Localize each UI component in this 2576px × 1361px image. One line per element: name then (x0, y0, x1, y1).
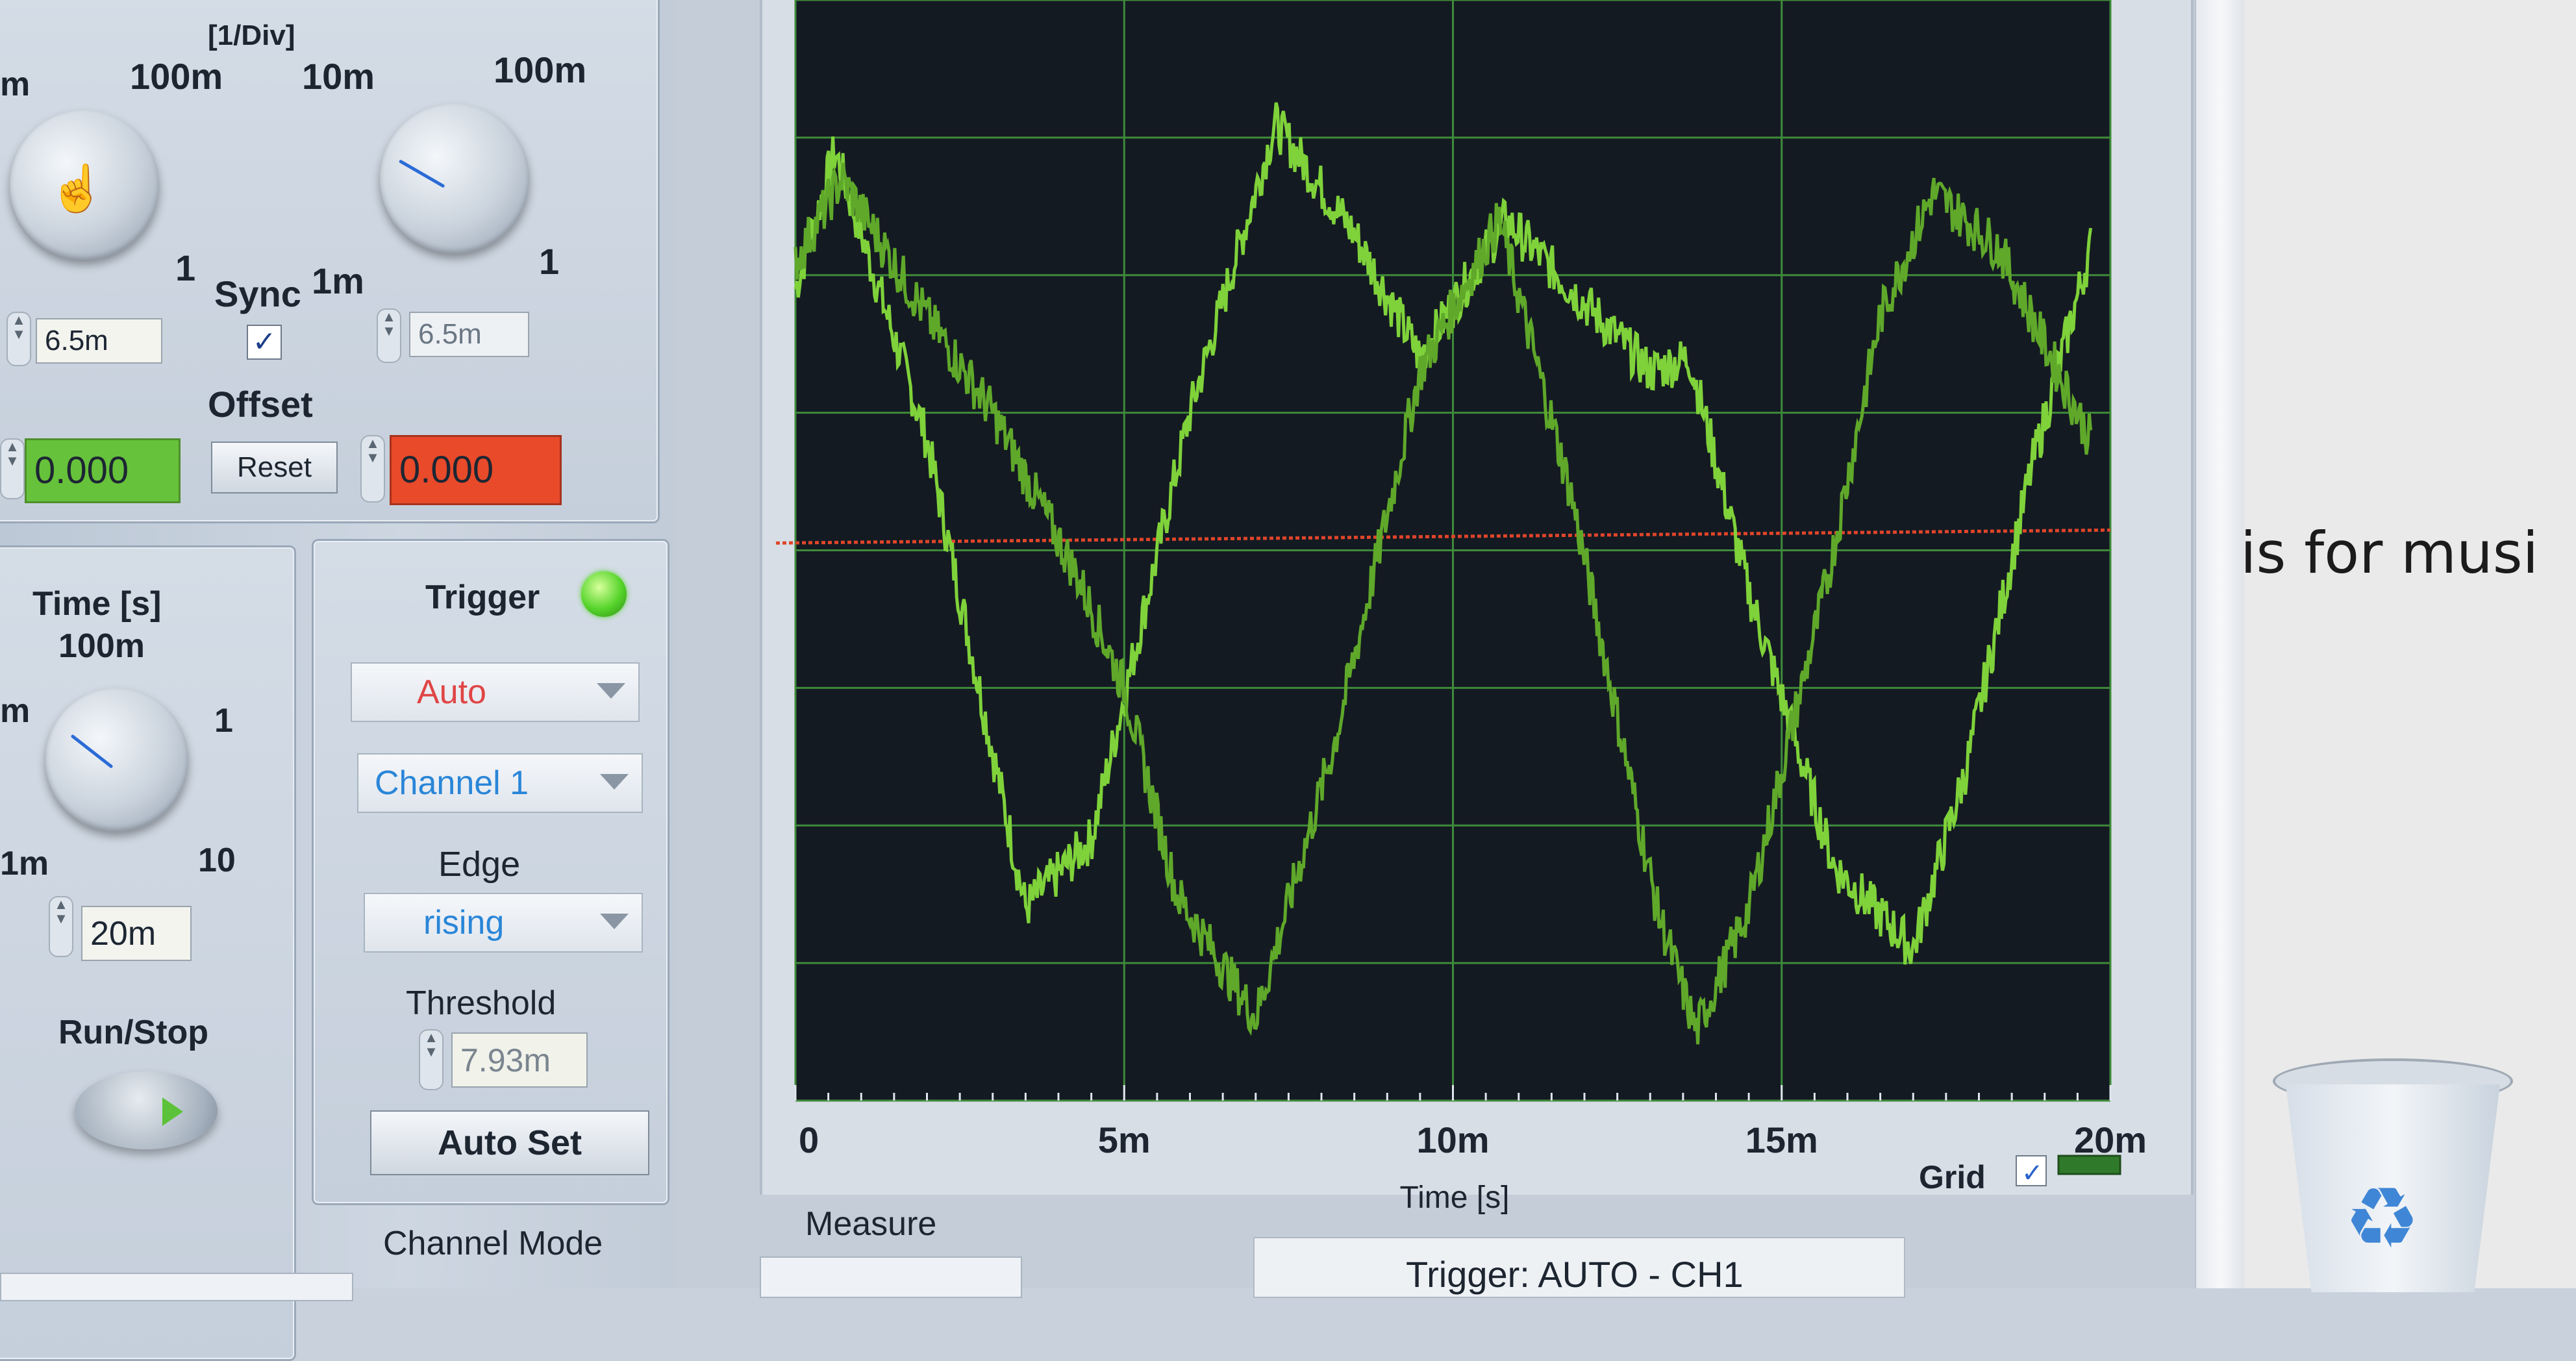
time-spinner[interactable]: ▲ ▼ (49, 896, 73, 957)
time-knob-needle (70, 734, 114, 769)
amplitude-header: [1/Div] (208, 19, 295, 51)
chevron-down-icon (600, 774, 629, 790)
time-title: Time [s] (32, 585, 162, 623)
trigger-title: Trigger (425, 579, 540, 616)
chevron-down-icon (597, 683, 625, 699)
x-axis-label: Time [s] (1400, 1180, 1510, 1214)
amplitude-knob-ch1[interactable]: ☝ (10, 110, 159, 260)
grid-label: Grid (1919, 1159, 1986, 1195)
channel-mode-dropdown[interactable] (0, 1273, 353, 1301)
time-bottom-right-label: 10 (198, 842, 236, 879)
threshold-value[interactable]: 7.93m (451, 1032, 588, 1088)
offset-reset-button[interactable]: Reset (211, 442, 338, 493)
trigger-led (581, 571, 627, 617)
hand-cursor-icon: ☝ (49, 163, 106, 214)
offset-ch2-value[interactable]: 0.000 (390, 435, 562, 505)
oscilloscope-graph: 0 5m 10m 15m 20m Time [s] Grid ✓ (775, 0, 2147, 1214)
grid-color-swatch[interactable] (2057, 1155, 2121, 1175)
amp1-left-label: m (0, 66, 31, 103)
sync-checkbox[interactable]: ✓ (247, 325, 282, 360)
offset-ch1-spinner[interactable]: ▲ ▼ (0, 438, 25, 499)
edge-label: Edge (438, 845, 521, 884)
document-text: is for musi (2240, 519, 2539, 586)
channel-mode-label: Channel Mode (383, 1225, 603, 1262)
time-knob[interactable] (45, 688, 188, 831)
chevron-down-icon (600, 914, 629, 929)
x-tick-label: 5m (1098, 1119, 1151, 1160)
window-scrollbar[interactable] (2195, 0, 2245, 1288)
amp2-value[interactable]: 6.5m (409, 312, 529, 357)
time-value[interactable]: 20m (81, 906, 192, 961)
offset-ch2-spinner[interactable]: ▲ ▼ (360, 435, 385, 503)
threshold-spinner[interactable]: ▲ ▼ (419, 1029, 444, 1090)
amp1-right-label: 1 (175, 247, 196, 288)
amp2-top-left-label: 10m (302, 56, 375, 97)
auto-set-button[interactable]: Auto Set (370, 1110, 649, 1175)
sync-label: Sync (214, 273, 301, 314)
recycle-bin-icon[interactable]: ♻ (2273, 1058, 2513, 1292)
grid-check-icon: ✓ (2021, 1158, 2044, 1188)
amp2-right-label: 1 (539, 241, 560, 282)
threshold-label: Threshold (406, 984, 556, 1022)
time-right-label: 1 (214, 702, 233, 740)
trigger-source-dropdown[interactable]: Channel 1 (357, 753, 643, 813)
x-tick-label: 10m (1416, 1119, 1489, 1160)
measure-dropdown[interactable] (760, 1256, 1022, 1298)
amplitude-knob-ch2[interactable] (380, 104, 529, 253)
x-tick-label: 20m (2074, 1119, 2147, 1160)
measure-label: Measure (805, 1205, 937, 1243)
trigger-edge-value: rising (423, 904, 505, 942)
offset-ch1-value[interactable]: 0.000 (25, 438, 181, 503)
amp1-value[interactable]: 6.5m (36, 318, 162, 364)
recycle-symbol: ♻ (2344, 1169, 2420, 1267)
time-bottom-left-label: 1m (0, 845, 49, 882)
amp1-top-label: 100m (130, 56, 223, 97)
amp2-spinner[interactable]: ▲ ▼ (377, 308, 401, 363)
trigger-edge-dropdown[interactable]: rising (364, 893, 643, 953)
trigger-mode-dropdown[interactable]: Auto (351, 662, 640, 722)
x-tick-label: 0 (799, 1119, 819, 1160)
amp2-left-label: 1m (312, 260, 364, 301)
amp2-top-right-label: 100m (494, 49, 587, 90)
x-tick-labels: 0 5m 10m 15m 20m (799, 1119, 2147, 1160)
trigger-source-value: Channel 1 (375, 764, 529, 802)
run-stop-label: Run/Stop (58, 1014, 209, 1051)
run-stop-button[interactable] (75, 1071, 218, 1149)
offset-label: Offset (208, 384, 313, 425)
x-tick-label: 15m (1745, 1119, 1818, 1160)
trigger-mode-value: Auto (417, 673, 486, 711)
time-left-label: m (0, 692, 31, 730)
amp2-knob-needle (398, 159, 445, 188)
status-text: Trigger: AUTO - CH1 (1406, 1254, 1744, 1295)
play-icon (162, 1097, 183, 1126)
time-top-label: 100m (58, 627, 145, 665)
amp1-spinner[interactable]: ▲ ▼ (6, 312, 31, 366)
